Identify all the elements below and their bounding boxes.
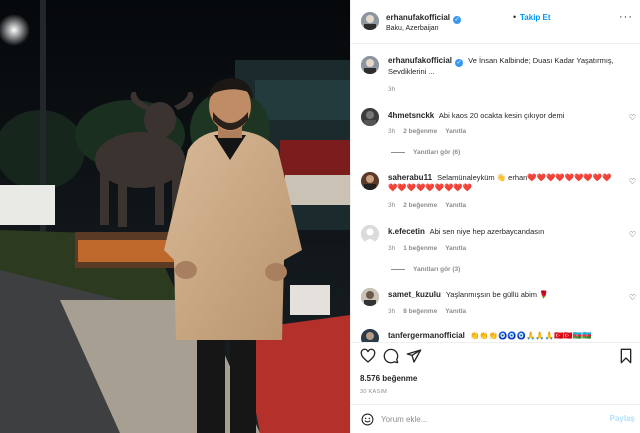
comment-likes[interactable]: 8 beğenme xyxy=(403,308,437,315)
comment-avatar[interactable] xyxy=(361,329,379,342)
follow-button[interactable]: Takip Et xyxy=(520,13,551,22)
view-replies-label: Yanıtları gör (6) xyxy=(413,149,461,156)
caption-time[interactable]: 3h xyxy=(388,86,395,93)
author-username-text: erhanufakofficial xyxy=(386,13,451,22)
comment-text: samet_kuzulu Yaşlanmışsın be güllü abim … xyxy=(388,290,619,300)
verified-badge-icon: ✓ xyxy=(453,16,462,24)
caption-avatar[interactable] xyxy=(361,56,379,74)
comment-meta: 3h 1 beğenme Yanıtla xyxy=(388,245,474,252)
author-username[interactable]: erhanufakofficial ✓ xyxy=(386,13,462,24)
comment-meta: 3h 8 beğenme Yanıtla xyxy=(388,308,474,315)
post-photo-illustration xyxy=(0,0,350,433)
comment-time[interactable]: 3h xyxy=(388,308,395,315)
comment-username[interactable]: tanfergermanofficial xyxy=(388,331,465,340)
comment-username[interactable]: saherabu11 xyxy=(388,173,432,182)
replies-divider-line xyxy=(391,268,405,270)
comment-like-heart-icon[interactable]: ♡ xyxy=(629,177,636,186)
smiley-icon[interactable] xyxy=(361,413,374,426)
comment-avatar[interactable] xyxy=(361,108,379,126)
avatar-image xyxy=(361,56,379,74)
caption-meta: 3h xyxy=(388,86,403,93)
comment-icon[interactable] xyxy=(383,348,399,364)
comment-body: 👏👏👏🧿🧿🧿🙏🙏🙏🇹🇷🇹🇷🇦🇿🇦🇿 xyxy=(470,331,592,340)
comment-likes[interactable]: 1 beğenme xyxy=(403,245,437,252)
post-date: 30 KASIM xyxy=(360,389,388,395)
comment-like-heart-icon[interactable]: ♡ xyxy=(629,293,636,302)
comment-text: saherabu11 Selamünaleyküm 👋 erhan❤️❤️❤️❤… xyxy=(388,173,619,193)
caption-username-text: erhanufakofficial xyxy=(388,56,453,65)
comment-body: Yaşlanmışsın be güllü abim 🌹 xyxy=(445,290,549,299)
post-side-panel: erhanufakofficial ✓ • Takip Et Baku, Azer… xyxy=(350,0,640,433)
comment-body: Abi sen niye hep azerbaycandasın xyxy=(429,227,545,236)
caption-username[interactable]: erhanufakofficial ✓ xyxy=(388,56,464,67)
post-location[interactable]: Baku, Azerbaijan xyxy=(386,25,439,32)
comment-like-heart-icon[interactable]: ♡ xyxy=(629,230,636,239)
post-comment-button[interactable]: Paylaş xyxy=(610,414,635,423)
comment-avatar[interactable] xyxy=(361,172,379,190)
instagram-post-modal: erhanufakofficial ✓ • Takip Et Baku, Azer… xyxy=(0,0,640,433)
share-icon[interactable] xyxy=(406,348,422,364)
reply-button[interactable]: Yanıtla xyxy=(445,308,466,315)
verified-badge-icon: ✓ xyxy=(455,59,464,67)
comment-like-heart-icon[interactable]: ♡ xyxy=(629,113,636,122)
comment-avatar[interactable] xyxy=(361,288,379,306)
avatar-image xyxy=(361,172,379,190)
comment-time[interactable]: 3h xyxy=(388,245,395,252)
heart-icon[interactable] xyxy=(360,348,376,364)
comment-input[interactable] xyxy=(381,411,591,427)
comments-scroll-area[interactable]: erhanufakofficial ✓ Ve İnsan Kalbinde; Du… xyxy=(351,45,640,342)
avatar-image xyxy=(361,288,379,306)
comment-text: k.efecetin Abi sen niye hep azerbaycanda… xyxy=(388,227,619,237)
default-avatar-icon xyxy=(361,225,379,243)
post-header: erhanufakofficial ✓ • Takip Et Baku, Azer… xyxy=(351,0,640,44)
post-photo xyxy=(0,0,350,433)
comment-text: 4hmetsnckk Abi kaos 20 ocakta kesin çıkı… xyxy=(388,111,619,121)
comment-likes[interactable]: 2 beğenme xyxy=(403,128,437,135)
view-replies-button[interactable]: Yanıtları gör (6) xyxy=(391,149,460,156)
comment-username[interactable]: 4hmetsnckk xyxy=(388,111,434,120)
reply-button[interactable]: Yanıtla xyxy=(445,128,466,135)
avatar-image xyxy=(361,329,379,342)
comment-time[interactable]: 3h xyxy=(388,128,395,135)
likes-count[interactable]: 8.576 beğenme xyxy=(360,374,417,383)
caption-text: erhanufakofficial ✓ Ve İnsan Kalbinde; Du… xyxy=(388,56,619,77)
avatar-image xyxy=(361,12,379,30)
avatar-image xyxy=(361,108,379,126)
comment-meta: 3h 2 beğenme Yanıtla xyxy=(388,202,474,209)
reply-button[interactable]: Yanıtla xyxy=(445,245,466,252)
view-replies-button[interactable]: Yanıtları gör (3) xyxy=(391,266,460,273)
header-separator: • xyxy=(513,12,517,22)
reply-button[interactable]: Yanıtla xyxy=(445,202,466,209)
author-avatar[interactable] xyxy=(361,12,379,30)
bookmark-icon[interactable] xyxy=(618,348,634,364)
comment-username[interactable]: k.efecetin xyxy=(388,227,425,236)
more-options-icon[interactable]: ··· xyxy=(619,11,633,23)
post-actions: 8.576 beğenme 30 KASIM xyxy=(351,342,640,400)
comment-likes[interactable]: 2 beğenme xyxy=(403,202,437,209)
replies-divider-line xyxy=(391,151,405,153)
comment-time[interactable]: 3h xyxy=(388,202,395,209)
comment-username[interactable]: samet_kuzulu xyxy=(388,290,441,299)
view-replies-label: Yanıtları gör (3) xyxy=(413,266,461,273)
comment-meta: 3h 2 beğenme Yanıtla xyxy=(388,128,474,135)
comment-composer: Paylaş xyxy=(351,404,640,433)
comment-text: tanfergermanofficial 👏👏👏🧿🧿🧿🙏🙏🙏🇹🇷🇹🇷🇦🇿🇦🇿 xyxy=(388,331,619,341)
comment-avatar[interactable] xyxy=(361,225,379,243)
comment-body: Abi kaos 20 ocakta kesin çıkıyor demi xyxy=(438,111,565,120)
